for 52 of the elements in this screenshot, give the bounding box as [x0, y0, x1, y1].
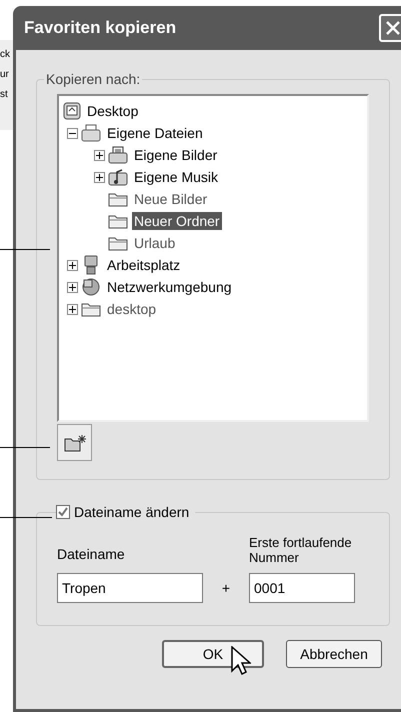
field-label: Dateiname — [57, 545, 126, 564]
documents-folder-icon — [81, 124, 101, 142]
expand-toggle[interactable] — [67, 260, 78, 270]
filename-field[interactable]: Tropen — [57, 573, 203, 603]
mouse-cursor-icon — [231, 646, 251, 676]
ok-button[interactable]: OK — [162, 640, 264, 668]
tree-item[interactable]: Desktop — [85, 102, 140, 120]
tree-item[interactable]: Eigene Bilder — [132, 146, 220, 164]
leader-line — [0, 517, 52, 518]
tree-item[interactable]: Eigene Musik — [132, 168, 220, 186]
expand-toggle[interactable] — [94, 150, 105, 160]
background-text: st — [0, 88, 9, 102]
background-text: ur — [0, 68, 10, 82]
folder-icon — [108, 235, 128, 251]
new-folder-button[interactable] — [57, 424, 92, 461]
tree-item[interactable]: desktop — [105, 300, 158, 318]
number-field[interactable]: 0001 — [249, 573, 355, 603]
background-text: ck — [0, 48, 11, 62]
desktop-icon — [63, 102, 81, 120]
plus-icon — [96, 174, 103, 180]
expand-toggle[interactable] — [67, 282, 78, 292]
window-title: Favoriten kopieren — [24, 17, 176, 40]
expand-toggle[interactable] — [67, 304, 78, 314]
checkbox-label: Dateiname ändern — [74, 503, 190, 522]
tree-item[interactable]: Eigene Dateien — [105, 124, 205, 142]
plus-icon — [69, 284, 76, 290]
cancel-button[interactable]: Abbrechen — [286, 640, 382, 668]
music-folder-icon — [108, 168, 128, 186]
tree-item[interactable]: Netzwerkumgebung — [105, 278, 234, 296]
tree-item[interactable]: Neuer Ordner — [132, 212, 222, 230]
pictures-folder-icon — [108, 146, 128, 164]
close-button[interactable] — [379, 14, 401, 42]
tree-item[interactable]: Urlaub — [132, 234, 178, 252]
plus-icon — [69, 262, 76, 268]
network-icon — [81, 277, 101, 297]
folder-icon — [108, 213, 128, 229]
checkbox[interactable] — [56, 505, 70, 519]
tree-item[interactable]: Neue Bilder — [132, 190, 210, 208]
close-icon — [386, 21, 400, 35]
leader-line — [0, 447, 50, 448]
collapse-toggle[interactable] — [67, 128, 78, 138]
plus-icon — [96, 152, 103, 158]
expand-toggle[interactable] — [94, 172, 105, 182]
folder-icon — [108, 191, 128, 207]
plus-sign: + — [220, 578, 232, 598]
tree-item[interactable]: Arbeitsplatz — [105, 256, 182, 274]
new-folder-icon — [64, 434, 86, 452]
folder-icon — [81, 301, 101, 317]
plus-icon — [69, 306, 76, 312]
checkmark-icon — [58, 507, 68, 517]
leader-line — [0, 249, 50, 250]
field-label: Erste fortlaufende Nummer — [249, 535, 353, 565]
